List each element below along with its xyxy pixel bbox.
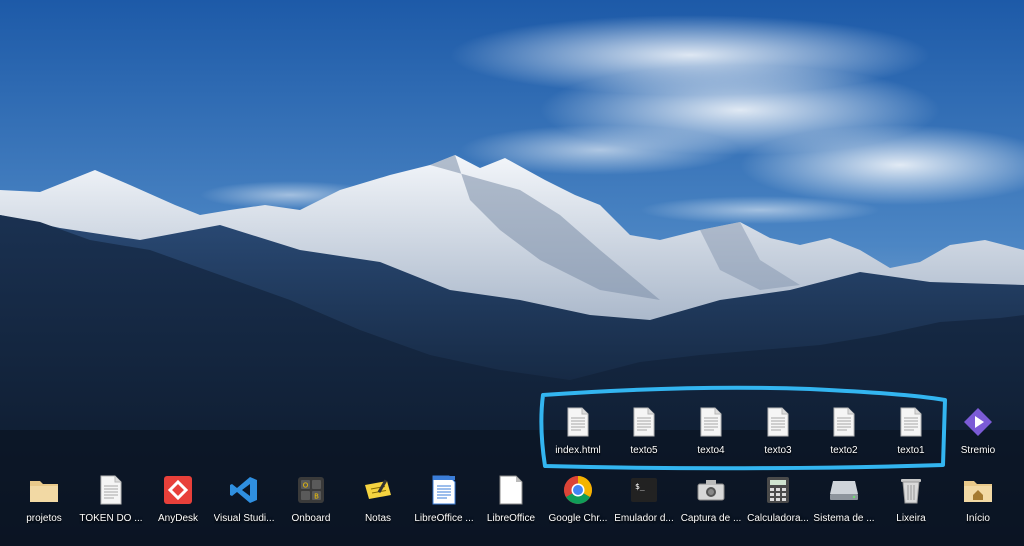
desktop-icon-label: index.html [555,445,601,456]
onboard-keyboard-icon: OB [294,473,328,507]
home-folder-icon [961,473,995,507]
desktop-icon-stremio[interactable]: Stremio [942,405,1014,467]
desktop-icon-label: TOKEN DO ... [79,513,143,524]
desktop-icon-terminal[interactable]: $_ Emulador d... [608,473,680,535]
desktop-icon-label: texto4 [697,445,725,456]
desktop-icon-libreoffice[interactable]: LibreOffice [475,473,547,535]
libreoffice-icon [494,473,528,507]
drive-icon [827,473,861,507]
desktop-icon-label: AnyDesk [157,513,198,524]
desktop-icon-label: texto5 [630,445,658,456]
desktop-icon-label: Emulador d... [614,513,674,524]
desktop-icon-label: Início [966,513,990,524]
desktop-icon-onboard[interactable]: OB Onboard [275,473,347,535]
stremio-icon [961,405,995,439]
svg-text:O: O [303,482,309,490]
desktop-icon-texto5[interactable]: texto5 [608,405,680,467]
desktop-icon-label: Stremio [960,445,996,456]
camera-icon [694,473,728,507]
desktop-icon-texto3[interactable]: texto3 [742,405,814,467]
desktop-icon-label: Onboard [291,513,331,524]
desktop-icon-label: Lixeira [896,513,926,524]
desktop-icon-anydesk[interactable]: AnyDesk [142,473,214,535]
desktop-icon-projetos[interactable]: projetos [8,473,80,535]
desktop-icon-label: LibreOffice ... [414,513,474,524]
desktop-icon-label: texto1 [897,445,925,456]
desktop-icon-label: projetos [26,513,62,524]
desktop-icon-sistema[interactable]: Sistema de ... [808,473,880,535]
vscode-icon [227,473,261,507]
notes-icon [361,473,395,507]
anydesk-icon [161,473,195,507]
text-document-icon [827,405,861,439]
desktop-icon-label: LibreOffice [486,513,536,524]
desktop-icon-label: Notas [364,513,392,524]
desktop-icon-index-html[interactable]: index.html [542,405,614,467]
chrome-icon [561,473,595,507]
desktop-icon-inicio[interactable]: Início [942,473,1014,535]
desktop-icon-label: texto2 [830,445,858,456]
desktop-icon-label: Calculadora... [747,513,809,524]
desktop-icon-notas[interactable]: Notas [342,473,414,535]
desktop-icon-texto2[interactable]: texto2 [808,405,880,467]
desktop-icon-label: texto3 [764,445,792,456]
calculator-icon [761,473,795,507]
terminal-icon: $_ [627,473,661,507]
desktop-icon-visual-studio[interactable]: Visual Studi... [208,473,280,535]
text-document-icon [694,405,728,439]
desktop-icon-label: Captura de ... [680,513,742,524]
desktop-icon-calculadora[interactable]: Calculadora... [742,473,814,535]
trash-icon [894,473,928,507]
text-document-icon [561,405,595,439]
libreoffice-writer-icon [427,473,461,507]
desktop-icon-lixeira[interactable]: Lixeira [875,473,947,535]
text-document-icon [627,405,661,439]
text-document-icon [894,405,928,439]
desktop-icon-token-do[interactable]: TOKEN DO ... [75,473,147,535]
text-document-icon [761,405,795,439]
desktop-icon-label: Sistema de ... [813,513,875,524]
folder-icon [27,473,61,507]
svg-text:$_: $_ [635,482,645,491]
desktop-icon-label: Visual Studi... [213,513,275,524]
text-document-icon [94,473,128,507]
svg-text:B: B [314,493,319,501]
desktop-icon-google-chrome[interactable]: Google Chr... [542,473,614,535]
desktop-icon-label: Google Chr... [548,513,608,524]
desktop-icon-captura[interactable]: Captura de ... [675,473,747,535]
desktop-icon-texto4[interactable]: texto4 [675,405,747,467]
desktop-icon-texto1[interactable]: texto1 [875,405,947,467]
desktop-icon-libreoffice-writer[interactable]: LibreOffice ... [408,473,480,535]
